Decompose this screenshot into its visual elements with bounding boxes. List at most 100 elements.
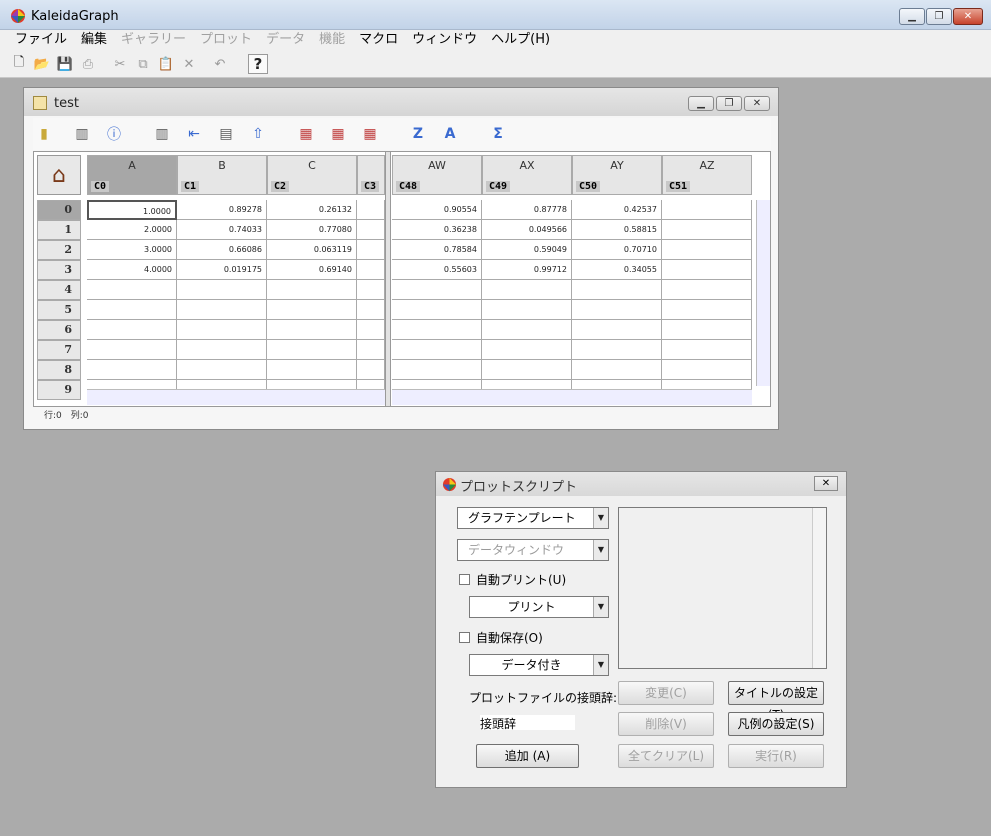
data-cell[interactable]: 0.59049 — [482, 240, 572, 260]
new-file-icon[interactable]: 🗋 — [9, 54, 29, 74]
data-cell[interactable] — [87, 320, 177, 340]
checkbox-box[interactable] — [459, 574, 470, 585]
column-header-a[interactable]: A C0 — [87, 155, 177, 195]
data-cell[interactable] — [357, 240, 385, 260]
data-cell[interactable] — [357, 360, 385, 380]
row-header[interactable]: 4 — [37, 280, 81, 300]
data-cell[interactable] — [662, 260, 752, 280]
data-cell[interactable]: 0.34055 — [572, 260, 662, 280]
data-cell[interactable] — [267, 320, 357, 340]
column-header-ay[interactable]: AY C50 — [572, 155, 662, 195]
data-cell[interactable]: 1.0000 — [87, 200, 177, 220]
data-cell[interactable] — [357, 200, 385, 220]
data-cell[interactable] — [87, 300, 177, 320]
menu-macro[interactable]: マクロ — [352, 30, 405, 50]
change-button[interactable]: 変更(C) — [618, 681, 714, 705]
menu-window[interactable]: ウィンドウ — [405, 30, 484, 50]
graph-template-select[interactable]: グラフテンプレート ▼ — [457, 507, 609, 529]
row-header[interactable]: 0 — [37, 200, 81, 220]
sort-za-icon[interactable]: A — [439, 123, 461, 145]
data-cell[interactable] — [392, 280, 482, 300]
data-cell[interactable]: 0.36238 — [392, 220, 482, 240]
data-cell[interactable] — [357, 340, 385, 360]
data-cell[interactable] — [177, 280, 267, 300]
checkbox-box[interactable] — [459, 632, 470, 643]
minimize-button[interactable]: ▁ — [899, 8, 925, 25]
data-cell[interactable] — [177, 360, 267, 380]
data-cell[interactable] — [662, 220, 752, 240]
column-stats-icon[interactable]: ▥ — [71, 123, 93, 145]
column-header-az[interactable]: AZ C51 — [662, 155, 752, 195]
menu-data[interactable]: データ — [259, 30, 312, 50]
data-cell[interactable] — [392, 300, 482, 320]
help-icon[interactable]: ? — [248, 54, 268, 74]
auto-save-checkbox[interactable]: 自動保存(O) — [459, 629, 543, 646]
listbox-scrollbar[interactable] — [812, 508, 826, 668]
data-cell[interactable] — [482, 320, 572, 340]
data-cell[interactable] — [572, 280, 662, 300]
row-header[interactable]: 9 — [37, 380, 81, 400]
data-cell[interactable] — [357, 320, 385, 340]
data-cell[interactable]: 0.99712 — [482, 260, 572, 280]
dialog-close-button[interactable]: ✕ — [814, 476, 838, 491]
data-cell[interactable] — [267, 340, 357, 360]
move-row-icon[interactable]: ⇧ — [247, 123, 269, 145]
data-cell[interactable] — [662, 340, 752, 360]
delete-button[interactable]: 削除(V) — [618, 712, 714, 736]
table-icon[interactable]: ▦ — [295, 123, 317, 145]
data-cell[interactable]: 0.69140 — [267, 260, 357, 280]
data-cell[interactable] — [87, 280, 177, 300]
data-cell[interactable] — [662, 300, 752, 320]
data-window-minimize-button[interactable]: ▁ — [688, 96, 714, 111]
menu-gallery[interactable]: ギャラリー — [114, 30, 193, 50]
data-cell[interactable] — [572, 300, 662, 320]
data-cell[interactable]: 0.77080 — [267, 220, 357, 240]
delete-icon[interactable]: ✕ — [179, 54, 199, 74]
data-cell[interactable] — [267, 360, 357, 380]
data-cell[interactable] — [267, 280, 357, 300]
info-icon[interactable]: ⓘ — [103, 123, 125, 145]
data-cell[interactable]: 0.66086 — [177, 240, 267, 260]
data-window-close-button[interactable]: ✕ — [744, 96, 770, 111]
column-header-b[interactable]: B C1 — [177, 155, 267, 195]
pane-splitter[interactable] — [385, 152, 391, 406]
sort-az-icon[interactable]: Z — [407, 123, 429, 145]
data-cell[interactable] — [87, 360, 177, 380]
add-button[interactable]: 追加 (A) — [476, 744, 579, 768]
row-header[interactable]: 5 — [37, 300, 81, 320]
data-cell[interactable] — [267, 300, 357, 320]
data-cell[interactable] — [357, 280, 385, 300]
table-copy-icon[interactable]: ▦ — [359, 123, 381, 145]
insert-row-icon[interactable]: ⇤ — [183, 123, 205, 145]
save-icon[interactable]: 💾 — [55, 54, 75, 74]
row-header[interactable]: 3 — [37, 260, 81, 280]
data-cell[interactable]: 0.063119 — [267, 240, 357, 260]
data-cell[interactable] — [357, 300, 385, 320]
data-cell[interactable]: 0.87778 — [482, 200, 572, 220]
data-cell[interactable]: 0.55603 — [392, 260, 482, 280]
data-cell[interactable] — [662, 240, 752, 260]
open-folder-icon[interactable]: 📂 — [32, 54, 52, 74]
data-cell[interactable] — [357, 220, 385, 240]
data-cell[interactable]: 0.58815 — [572, 220, 662, 240]
column-header-c3[interactable]: C3 — [357, 155, 385, 195]
print-icon[interactable]: ⎙ — [78, 54, 98, 74]
column-header-c[interactable]: C C2 — [267, 155, 357, 195]
data-cell[interactable]: 0.89278 — [177, 200, 267, 220]
data-cell[interactable]: 0.42537 — [572, 200, 662, 220]
data-cell[interactable] — [662, 320, 752, 340]
menu-plot[interactable]: プロット — [193, 30, 259, 50]
run-button[interactable]: 実行(R) — [728, 744, 824, 768]
data-cell[interactable] — [482, 340, 572, 360]
insert-column-icon[interactable]: ▥ — [151, 123, 173, 145]
menu-functions[interactable]: 機能 — [312, 30, 352, 50]
data-cell[interactable]: 0.019175 — [177, 260, 267, 280]
data-option-select[interactable]: データ付き ▼ — [469, 654, 609, 676]
data-cell[interactable]: 0.26132 — [267, 200, 357, 220]
data-cell[interactable]: 0.78584 — [392, 240, 482, 260]
undo-icon[interactable]: ↶ — [210, 54, 230, 74]
delete-row-icon[interactable]: ▤ — [215, 123, 237, 145]
data-cell[interactable] — [572, 320, 662, 340]
left-horizontal-scrollbar[interactable] — [87, 389, 385, 405]
data-cell[interactable]: 0.70710 — [572, 240, 662, 260]
